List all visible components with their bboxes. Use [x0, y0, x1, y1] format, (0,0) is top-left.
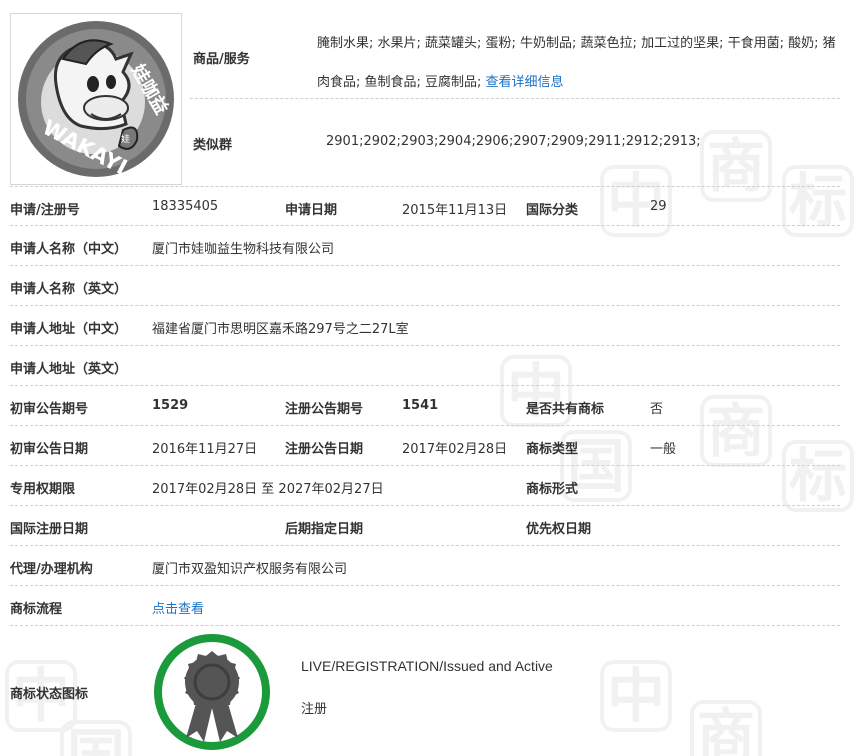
divider: [10, 425, 840, 426]
divider: [10, 545, 840, 546]
similar-group-value: 2901;2902;2903;2904;2906;2907;2909;2911;…: [326, 134, 701, 149]
shared-value: 否: [650, 402, 664, 417]
applicant-cn-label: 申请人名称（中文）: [10, 242, 128, 257]
process-label: 商标流程: [10, 602, 63, 617]
divider: [10, 186, 840, 187]
view-details-link[interactable]: 查看详细信息: [486, 75, 564, 90]
reg-pub-no-label: 注册公告期号: [285, 402, 364, 417]
mark-type-value: 一般: [650, 442, 677, 457]
intl-class-value: 29: [650, 199, 667, 214]
intl-class-label: 国际分类: [526, 203, 579, 218]
goods-list: 腌制水果; 水果片; 蔬菜罐头; 蛋粉; 牛奶制品; 蔬菜色拉; 加工过的坚果;…: [317, 24, 837, 102]
reg-pub-date-label: 注册公告日期: [285, 442, 364, 457]
goods-label: 商品/服务: [193, 52, 250, 67]
reg-no-label: 申请/注册号: [10, 203, 80, 218]
address-cn-label: 申请人地址（中文）: [10, 322, 128, 337]
divider: [10, 345, 840, 346]
status-medal-icon: [152, 630, 272, 750]
apply-date-value: 2015年11月13日: [402, 203, 508, 218]
prelim-pub-date-value: 2016年11月27日: [152, 442, 258, 457]
prelim-pub-no-value: 1529: [152, 398, 189, 413]
divider: [10, 465, 840, 466]
exclusive-period-value: 2017年02月28日 至 2027年02月27日: [152, 482, 384, 497]
agent-value: 厦门市双盈知识产权服务有限公司: [152, 562, 348, 577]
address-en-label: 申请人地址（英文）: [10, 362, 128, 377]
status-en-text: LIVE/REGISTRATION/Issued and Active: [301, 658, 553, 674]
divider: [10, 385, 840, 386]
process-view-link[interactable]: 点击查看: [152, 598, 204, 617]
divider: [190, 98, 840, 99]
status-cn-text: 注册: [301, 702, 328, 717]
prelim-pub-no-label: 初审公告期号: [10, 402, 89, 417]
divider: [10, 625, 840, 626]
divider: [10, 265, 840, 266]
similar-group-label: 类似群: [193, 138, 233, 153]
reg-pub-no-value: 1541: [402, 398, 439, 413]
divider: [10, 225, 840, 226]
exclusive-period-label: 专用权期限: [10, 482, 76, 497]
divider: [10, 305, 840, 306]
apply-date-label: 申请日期: [285, 203, 338, 218]
divider: [10, 585, 840, 586]
applicant-en-label: 申请人名称（英文）: [10, 282, 128, 297]
shared-label: 是否共有商标: [526, 402, 605, 417]
reg-no-value: 18335405: [152, 199, 219, 214]
mark-form-label: 商标形式: [526, 482, 579, 497]
intl-reg-date-label: 国际注册日期: [10, 522, 89, 537]
applicant-cn-value: 厦门市娃咖益生物科技有限公司: [152, 242, 335, 257]
trademark-logo: 娃 娃咖益 WAKAYI: [10, 13, 182, 185]
goods-text: 腌制水果; 水果片; 蔬菜罐头; 蛋粉; 牛奶制品; 蔬菜色拉; 加工过的坚果;…: [317, 36, 836, 90]
reg-pub-date-value: 2017年02月28日: [402, 442, 508, 457]
svg-text:娃: 娃: [121, 133, 130, 145]
priority-date-label: 优先权日期: [526, 522, 592, 537]
address-cn-value: 福建省厦门市思明区嘉禾路297号之二27L室: [152, 322, 409, 337]
status-icon-label: 商标状态图标: [10, 687, 89, 702]
agent-label: 代理/办理机构: [10, 562, 93, 577]
mark-type-label: 商标类型: [526, 442, 579, 457]
prelim-pub-date-label: 初审公告日期: [10, 442, 89, 457]
later-designation-label: 后期指定日期: [285, 522, 364, 537]
trademark-detail: 娃 娃咖益 WAKAYI 商品/服务 腌制水果; 水果片; 蔬菜罐头; 蛋粉; …: [0, 0, 860, 756]
divider: [10, 505, 840, 506]
wakayi-logo-image: 娃 娃咖益 WAKAYI: [18, 21, 174, 180]
